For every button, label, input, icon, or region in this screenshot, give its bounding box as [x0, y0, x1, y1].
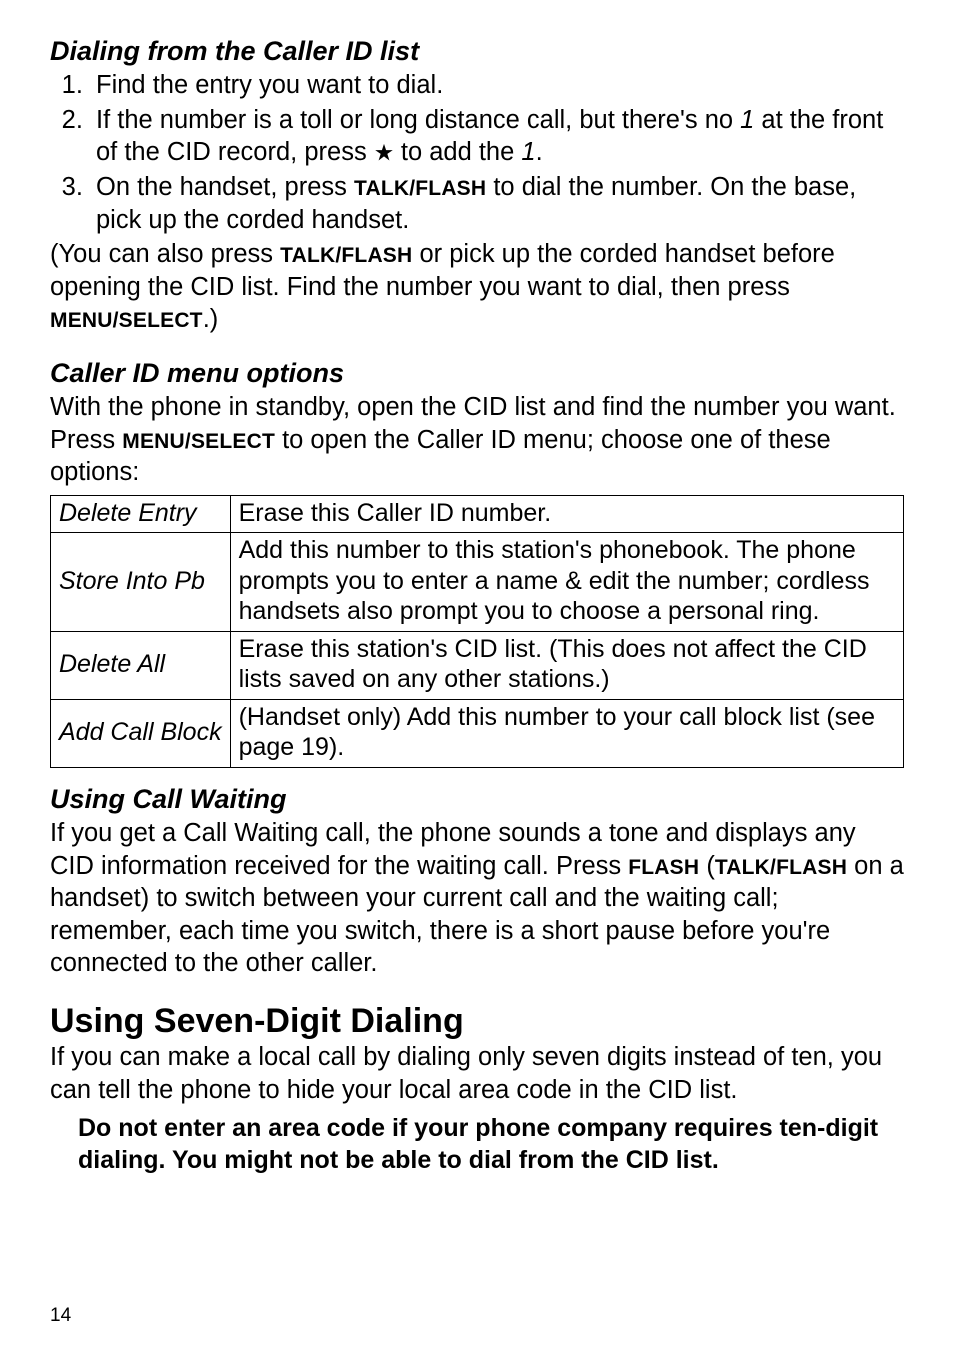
key-talk-flash: TALK/FLASH [354, 177, 486, 200]
note-end: .) [203, 305, 219, 333]
heading-cid-menu-options: Caller ID menu options [50, 358, 904, 389]
dialing-note: (You can also press TALK/FLASH or pick u… [50, 238, 904, 336]
heading-seven-digit-dialing: Using Seven-Digit Dialing [50, 1002, 904, 1041]
cw-paren-open: ( [699, 852, 715, 880]
row-label-delete-all: Delete All [51, 631, 231, 699]
key-menu-select: MENU/SELECT [50, 309, 203, 332]
step-3: On the handset, press TALK/FLASH to dial… [90, 171, 904, 236]
page-number: 14 [50, 1305, 71, 1327]
key-flash: FLASH [628, 856, 699, 879]
table-row: Store Into Pb Add this number to this st… [51, 533, 904, 632]
heading-call-waiting: Using Call Waiting [50, 784, 904, 815]
step-2-italic-1: 1 [740, 106, 754, 134]
table-row: Delete All Erase this station's CID list… [51, 631, 904, 699]
call-waiting-body: If you get a Call Waiting call, the phon… [50, 817, 904, 980]
row-desc-delete-entry: Erase this Caller ID number. [230, 495, 903, 533]
step-3-pre: On the handset, press [96, 173, 354, 201]
row-desc-add-call-block: (Handset only) Add this number to your c… [230, 699, 903, 767]
manual-page: Dialing from the Caller ID list Find the… [0, 0, 954, 1357]
seven-digit-warning: Do not enter an area code if your phone … [78, 1112, 904, 1176]
row-desc-delete-all: Erase this station's CID list. (This doe… [230, 631, 903, 699]
step-2-end: . [536, 138, 543, 166]
key-menu-select-2: MENU/SELECT [122, 430, 275, 453]
key-talk-flash-3: TALK/FLASH [715, 856, 847, 879]
key-talk-flash-2: TALK/FLASH [280, 244, 412, 267]
row-label-store-into-pb: Store Into Pb [51, 533, 231, 632]
cid-menu-table: Delete Entry Erase this Caller ID number… [50, 495, 904, 768]
row-label-delete-entry: Delete Entry [51, 495, 231, 533]
table-row: Delete Entry Erase this Caller ID number… [51, 495, 904, 533]
row-label-add-call-block: Add Call Block [51, 699, 231, 767]
row-desc-store-into-pb: Add this number to this station's phoneb… [230, 533, 903, 632]
table-row: Add Call Block (Handset only) Add this n… [51, 699, 904, 767]
step-2: If the number is a toll or long distance… [90, 104, 904, 169]
dialing-steps-list: Find the entry you want to dial. If the … [60, 69, 904, 236]
cid-menu-intro: With the phone in standby, open the CID … [50, 391, 904, 489]
star-icon [374, 143, 394, 163]
seven-digit-body: If you can make a local call by dialing … [50, 1041, 904, 1106]
note-pre: (You can also press [50, 240, 280, 268]
step-2-after-star: to add the [394, 138, 522, 166]
step-1: Find the entry you want to dial. [90, 69, 904, 102]
step-2-text-pre: If the number is a toll or long distance… [96, 106, 740, 134]
step-2-italic-2: 1 [521, 138, 535, 166]
heading-dialing-caller-id: Dialing from the Caller ID list [50, 36, 904, 67]
